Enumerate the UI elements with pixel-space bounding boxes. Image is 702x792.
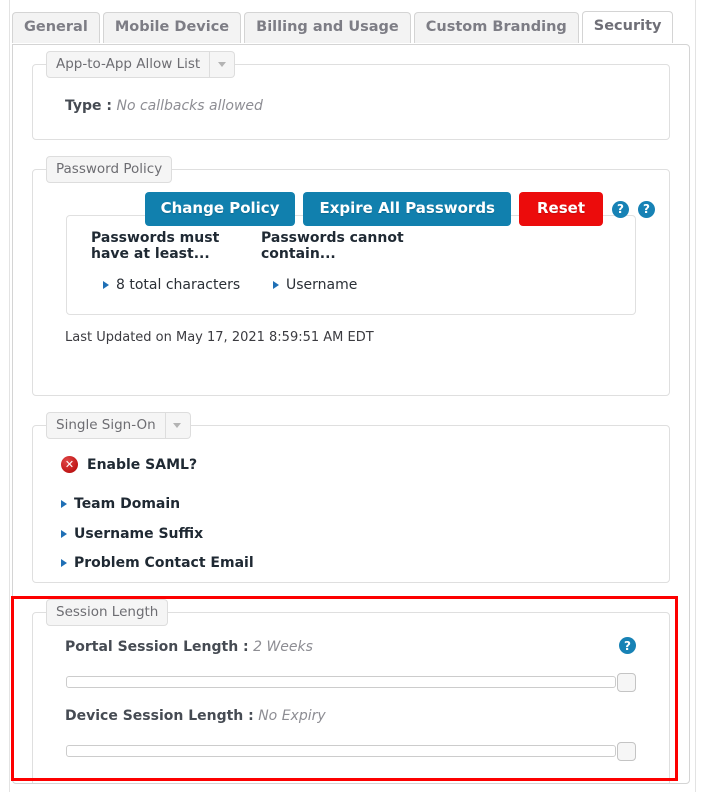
password-policy-legend-label: Password Policy bbox=[46, 156, 173, 183]
enable-saml-label: Enable SAML? bbox=[87, 456, 198, 473]
password-rules-column-cannot-contain: Passwords cannot contain... Username bbox=[261, 230, 431, 293]
single-sign-on-legend: Single Sign-On bbox=[46, 412, 191, 439]
triangle-bullet-icon bbox=[61, 559, 67, 567]
portal-session-length-row: Portal Session Length : 2 Weeks bbox=[65, 639, 313, 655]
session-length-section: Session Length Portal Session Length : 2… bbox=[32, 599, 670, 783]
app-to-app-allow-list-section: App-to-App Allow List Type : No callback… bbox=[32, 51, 670, 140]
sso-item-username-suffix[interactable]: Username Suffix bbox=[61, 526, 203, 542]
portal-session-length-slider[interactable] bbox=[66, 673, 636, 692]
settings-page: General Mobile Device Billing and Usage … bbox=[0, 0, 702, 792]
enable-saml-row[interactable]: ✕ Enable SAML? bbox=[61, 456, 197, 473]
slider-handle[interactable] bbox=[617, 673, 636, 692]
app-to-app-type-value: No callbacks allowed bbox=[116, 98, 263, 114]
tab-security[interactable]: Security bbox=[581, 11, 674, 43]
password-policy-last-updated: Last Updated on May 17, 2021 8:59:51 AM … bbox=[65, 330, 374, 345]
device-session-length-label: Device Session Length : bbox=[65, 708, 254, 724]
password-rules-heading-must-have: Passwords must have at least... bbox=[91, 230, 220, 262]
tab-custom-branding[interactable]: Custom Branding bbox=[413, 12, 579, 43]
portal-session-length-value: 2 Weeks bbox=[253, 639, 313, 655]
help-icon-reset[interactable]: ? bbox=[638, 200, 655, 218]
help-icon-portal-session[interactable]: ? bbox=[619, 637, 636, 654]
triangle-bullet-icon bbox=[61, 530, 67, 538]
help-icon-policy[interactable]: ? bbox=[612, 200, 629, 218]
device-session-length-row: Device Session Length : No Expiry bbox=[65, 708, 326, 724]
left-edge-gutter bbox=[0, 0, 10, 792]
caret-collapse-icon bbox=[217, 61, 227, 68]
app-to-app-legend: App-to-App Allow List bbox=[46, 51, 236, 78]
session-length-legend-label: Session Length bbox=[46, 599, 169, 626]
triangle-bullet-icon bbox=[61, 500, 67, 508]
tab-bar: General Mobile Device Billing and Usage … bbox=[12, 11, 676, 43]
caret-collapse-icon bbox=[173, 422, 182, 429]
device-session-length-value: No Expiry bbox=[258, 708, 326, 724]
password-policy-section: Password Policy Change Policy Expire All… bbox=[32, 156, 670, 396]
single-sign-on-legend-label: Single Sign-On bbox=[46, 412, 166, 439]
portal-session-length-label: Portal Session Length : bbox=[65, 639, 249, 655]
single-sign-on-section: Single Sign-On ✕ Enable SAML? Team Domai… bbox=[32, 412, 670, 583]
password-policy-legend: Password Policy bbox=[46, 156, 173, 183]
password-rule-label: Username bbox=[286, 277, 358, 293]
sso-item-label: Username Suffix bbox=[74, 526, 204, 542]
sso-item-team-domain[interactable]: Team Domain bbox=[61, 496, 180, 512]
slider-track[interactable] bbox=[66, 676, 616, 688]
change-policy-button[interactable]: Change Policy bbox=[144, 192, 296, 226]
app-to-app-type-row: Type : No callbacks allowed bbox=[65, 98, 263, 114]
password-rules-box: Passwords must have at least... 8 total … bbox=[66, 215, 636, 315]
app-to-app-type-label: Type : bbox=[65, 98, 113, 114]
sso-item-label: Team Domain bbox=[74, 496, 181, 512]
sso-item-problem-contact-email[interactable]: Problem Contact Email bbox=[61, 555, 254, 571]
app-to-app-legend-label: App-to-App Allow List bbox=[46, 51, 211, 78]
password-rules-heading-cannot-contain: Passwords cannot contain... bbox=[261, 230, 404, 262]
sso-item-label: Problem Contact Email bbox=[74, 555, 254, 571]
password-rules-column-must-have: Passwords must have at least... 8 total … bbox=[91, 230, 261, 293]
password-policy-actions: Change Policy Expire All Passwords Reset… bbox=[33, 192, 669, 226]
tab-mobile-device[interactable]: Mobile Device bbox=[102, 12, 242, 43]
single-sign-on-collapse-button[interactable] bbox=[165, 412, 191, 439]
slider-handle[interactable] bbox=[617, 742, 636, 761]
expire-all-passwords-button[interactable]: Expire All Passwords bbox=[303, 192, 511, 226]
triangle-bullet-icon bbox=[273, 281, 279, 289]
tab-billing-and-usage[interactable]: Billing and Usage bbox=[244, 12, 411, 43]
password-rule-item[interactable]: Username bbox=[261, 277, 431, 293]
right-edge-gutter bbox=[695, 0, 702, 792]
password-rule-label: 8 total characters bbox=[116, 277, 241, 293]
error-x-icon: ✕ bbox=[61, 456, 78, 473]
password-rule-item[interactable]: 8 total characters bbox=[91, 277, 261, 293]
tab-general[interactable]: General bbox=[12, 12, 100, 43]
triangle-bullet-icon bbox=[103, 281, 109, 289]
device-session-length-slider[interactable] bbox=[66, 742, 636, 761]
security-panel: App-to-App Allow List Type : No callback… bbox=[12, 44, 690, 784]
slider-track[interactable] bbox=[66, 745, 616, 757]
session-length-legend: Session Length bbox=[46, 599, 169, 626]
reset-button[interactable]: Reset bbox=[519, 192, 603, 226]
app-to-app-collapse-button[interactable] bbox=[210, 51, 236, 78]
